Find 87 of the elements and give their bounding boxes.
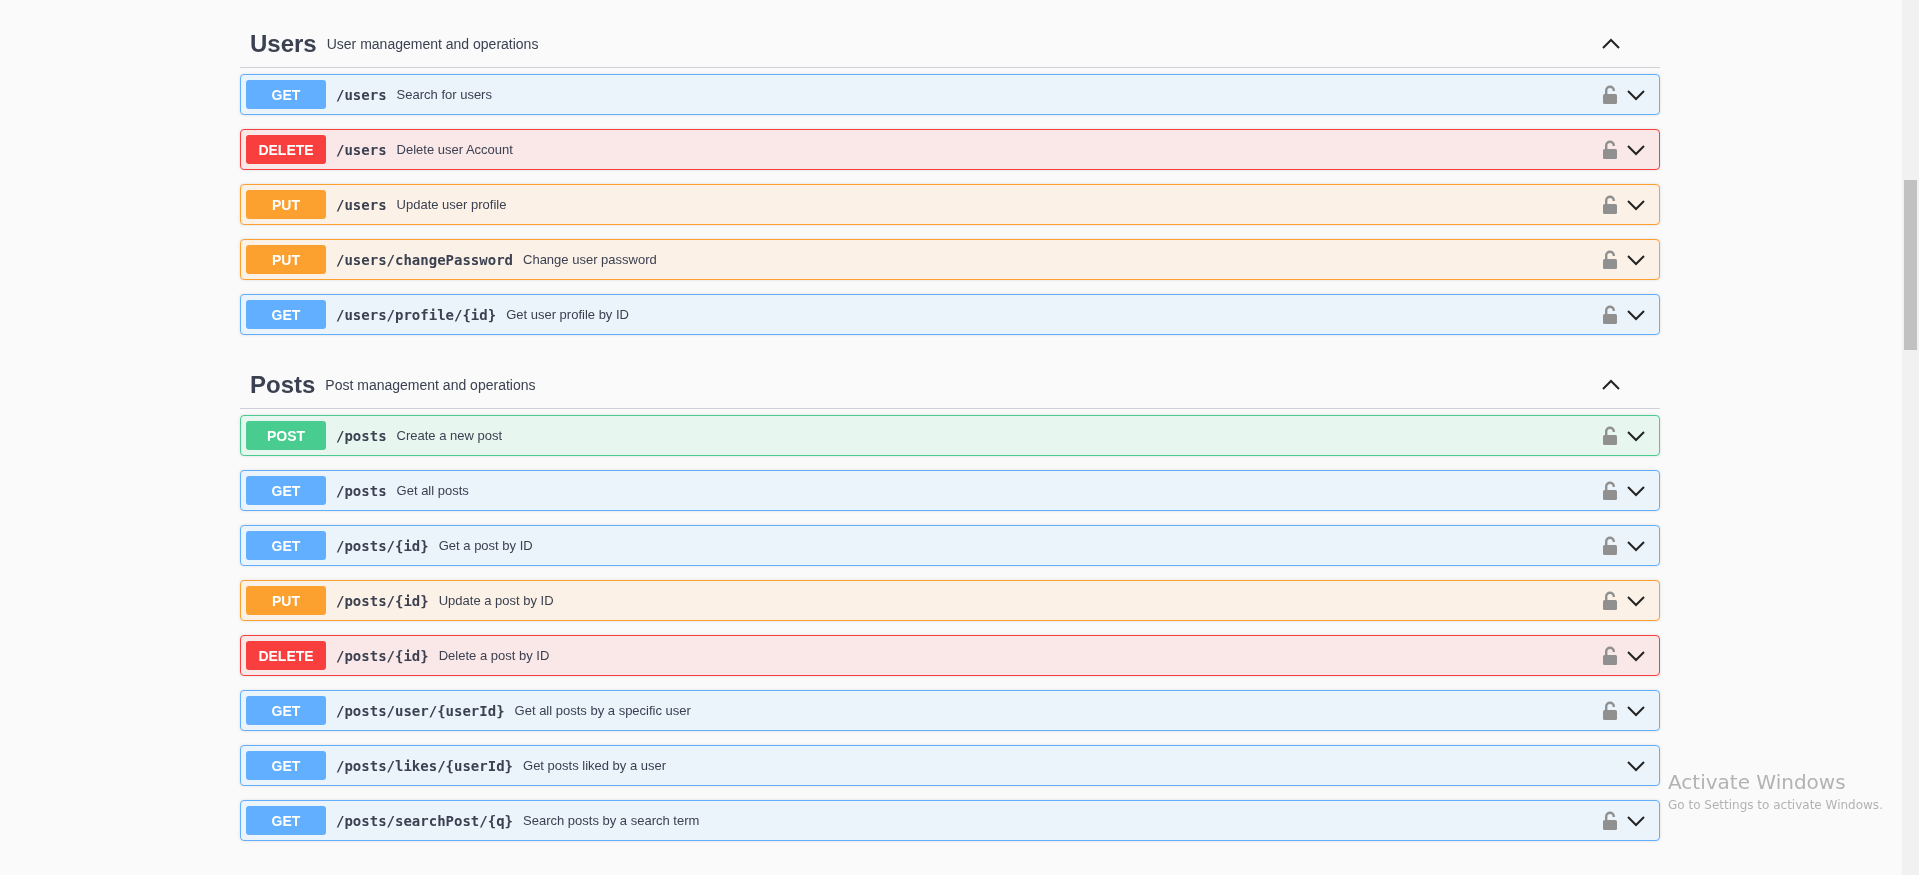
chevron-down-icon[interactable] — [1626, 429, 1646, 442]
chevron-down-icon[interactable] — [1626, 253, 1646, 266]
chevron-down-icon[interactable] — [1626, 594, 1646, 607]
operation-row[interactable]: POST /posts Create a new post — [240, 415, 1660, 456]
endpoint-path: /posts/{id} — [336, 592, 429, 609]
operation-summary: Get all posts by a specific user — [514, 703, 692, 718]
method-badge: GET — [246, 476, 326, 505]
operation-summary: Delete a post by ID — [438, 648, 551, 663]
operation-row[interactable]: PUT /users/changePassword Change user password — [240, 239, 1660, 280]
activation-subtitle: Go to Settings to activate Windows. — [1668, 798, 1883, 812]
padlock-icon[interactable] — [1602, 249, 1618, 270]
endpoint-path: /posts — [336, 482, 387, 499]
operation-row[interactable]: DELETE /users Delete user Account — [240, 129, 1660, 170]
operation-summary: Change user password — [523, 252, 658, 267]
operation-summary: Get a post by ID — [438, 538, 534, 553]
method-badge: DELETE — [246, 641, 326, 670]
operation-row[interactable]: PUT /users Update user profile — [240, 184, 1660, 225]
endpoint-path: /posts/user/{userId} — [336, 702, 505, 719]
operation-summary: Delete user Account — [396, 142, 514, 157]
chevron-down-icon[interactable] — [1626, 308, 1646, 321]
operation-row[interactable]: GET /posts/user/{userId} Get all posts by a specific user — [240, 690, 1660, 731]
method-badge: GET — [246, 80, 326, 109]
method-badge: GET — [246, 300, 326, 329]
operation-row[interactable]: GET /users Search for users — [240, 74, 1660, 115]
operation-summary: Update a post by ID — [438, 593, 555, 608]
endpoint-path: /users/changePassword — [336, 251, 513, 268]
chevron-down-icon[interactable] — [1626, 759, 1646, 772]
chevron-down-icon[interactable] — [1626, 143, 1646, 156]
padlock-icon[interactable] — [1602, 590, 1618, 611]
operation-row[interactable]: PUT /posts/{id} Update a post by ID — [240, 580, 1660, 621]
operation-summary: Get all posts — [396, 483, 470, 498]
chevron-down-icon[interactable] — [1626, 649, 1646, 662]
endpoint-path: /posts/likes/{userId} — [336, 757, 513, 774]
chevron-up-icon[interactable] — [1601, 378, 1621, 391]
padlock-icon[interactable] — [1602, 535, 1618, 556]
chevron-down-icon[interactable] — [1626, 539, 1646, 552]
padlock-icon[interactable] — [1602, 425, 1618, 446]
chevron-down-icon[interactable] — [1626, 814, 1646, 827]
padlock-icon[interactable] — [1602, 700, 1618, 721]
activation-title: Activate Windows — [1668, 770, 1847, 794]
scrollbar-thumb[interactable] — [1904, 180, 1917, 350]
operation-summary: Search posts by a search term — [523, 813, 701, 828]
padlock-icon[interactable] — [1602, 304, 1618, 325]
operation-summary: Search for users — [396, 87, 493, 102]
operation-summary: Get user profile by ID — [506, 307, 630, 322]
method-badge: GET — [246, 531, 326, 560]
operation-summary: Update user profile — [396, 197, 508, 212]
method-badge: PUT — [246, 586, 326, 615]
section-title[interactable]: Posts — [250, 370, 316, 399]
operation-row[interactable]: GET /posts/searchPost/{q} Search posts by a search term — [240, 800, 1660, 841]
scrollbar[interactable] — [1902, 0, 1919, 875]
operation-summary: Create a new post — [396, 428, 504, 443]
endpoint-path: /posts/searchPost/{q} — [336, 812, 513, 829]
padlock-icon[interactable] — [1602, 480, 1618, 501]
endpoint-path: /posts — [336, 427, 387, 444]
chevron-down-icon[interactable] — [1626, 704, 1646, 717]
padlock-icon[interactable] — [1602, 84, 1618, 105]
endpoint-path: /users — [336, 196, 387, 213]
operation-row[interactable]: GET /posts/{id} Get a post by ID — [240, 525, 1660, 566]
padlock-icon[interactable] — [1602, 810, 1618, 831]
section-title[interactable]: Users — [250, 29, 317, 58]
operation-row[interactable]: GET /posts/likes/{userId} Get posts liked by a user — [240, 745, 1660, 786]
endpoint-path: /users — [336, 141, 387, 158]
endpoint-path: /posts/{id} — [336, 537, 429, 554]
method-badge: POST — [246, 421, 326, 450]
method-badge: PUT — [246, 245, 326, 274]
chevron-up-icon[interactable] — [1601, 37, 1621, 50]
section-description: Post management and operations — [325, 376, 537, 393]
method-badge: PUT — [246, 190, 326, 219]
endpoint-path: /users/profile/{id} — [336, 306, 497, 323]
method-badge: GET — [246, 806, 326, 835]
chevron-down-icon[interactable] — [1626, 198, 1646, 211]
section-description: User management and operations — [326, 35, 540, 52]
method-badge: DELETE — [246, 135, 326, 164]
endpoint-path: /users — [336, 86, 387, 103]
method-badge: GET — [246, 696, 326, 725]
endpoint-path: /posts/{id} — [336, 647, 429, 664]
operation-summary: Get posts liked by a user — [523, 758, 668, 773]
operation-row[interactable]: GET /users/profile/{id} Get user profile by ID — [240, 294, 1660, 335]
operation-row[interactable]: DELETE /posts/{id} Delete a post by ID — [240, 635, 1660, 676]
operation-row[interactable]: GET /posts Get all posts — [240, 470, 1660, 511]
padlock-icon[interactable] — [1602, 139, 1618, 160]
chevron-down-icon[interactable] — [1626, 88, 1646, 101]
padlock-icon[interactable] — [1602, 645, 1618, 666]
chevron-down-icon[interactable] — [1626, 484, 1646, 497]
method-badge: GET — [246, 751, 326, 780]
padlock-icon[interactable] — [1602, 194, 1618, 215]
